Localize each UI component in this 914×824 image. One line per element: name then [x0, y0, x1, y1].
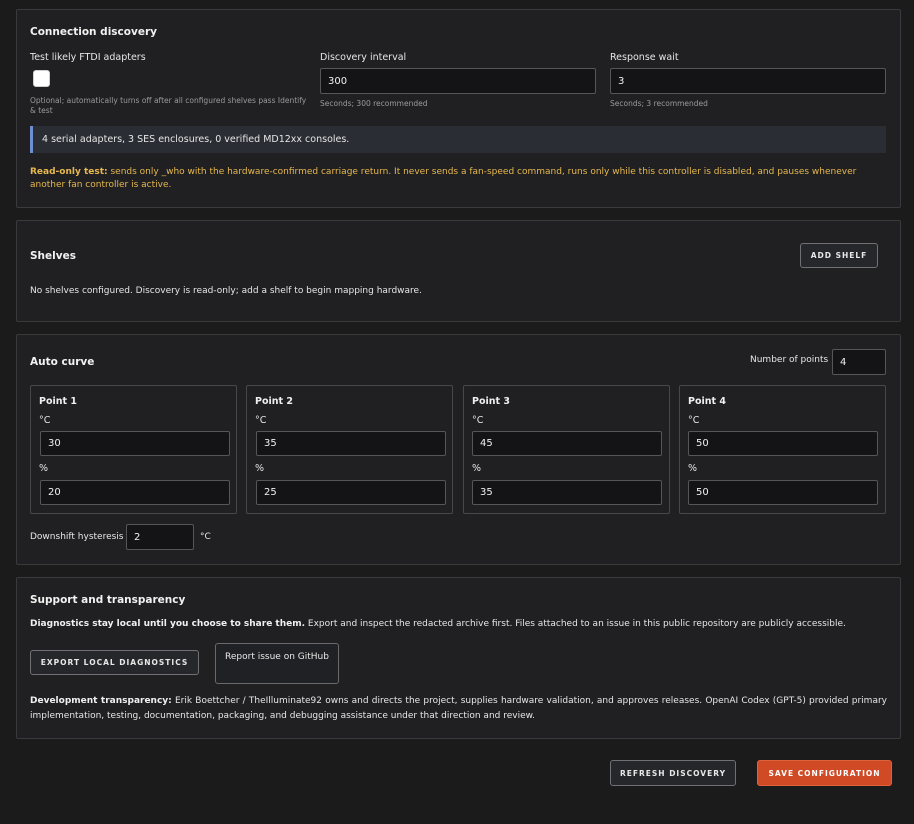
privacy-strong: Diagnostics stay local until you choose …	[30, 619, 306, 629]
connection-discovery-card: Connection discovery Test likely FTDI ad…	[16, 9, 901, 208]
percent-unit-label: %	[255, 463, 265, 474]
ftdi-hint: Optional; automatically turns off after …	[30, 96, 307, 115]
number-of-points-input[interactable]	[832, 349, 886, 375]
curve-point-3: Point 3 °C %	[463, 385, 670, 514]
privacy-rest: Export and inspect the redacted archive …	[305, 619, 846, 629]
percent-unit-label: %	[39, 463, 49, 474]
discovery-status-banner: 4 serial adapters, 3 SES enclosures, 0 v…	[30, 126, 886, 153]
ftdi-label: Test likely FTDI adapters	[30, 52, 146, 63]
temperature-unit-label: °C	[472, 415, 484, 426]
diagnostics-privacy-text: Diagnostics stay local until you choose …	[30, 617, 890, 632]
point-2-temperature-input[interactable]	[256, 431, 446, 456]
point-4-temperature-input[interactable]	[688, 431, 878, 456]
point-4-percent-input[interactable]	[688, 480, 878, 505]
auto-curve-card: Auto curve Number of points Point 1 °C %…	[16, 334, 901, 565]
point-title: Point 2	[255, 396, 293, 407]
number-of-points-label: Number of points	[750, 355, 829, 365]
hysteresis-unit-label: °C	[200, 532, 211, 542]
discovery-interval-input[interactable]	[320, 68, 596, 94]
response-wait-label: Response wait	[610, 52, 679, 63]
refresh-discovery-button[interactable]: REFRESH DISCOVERY	[610, 760, 736, 786]
auto-curve-title: Auto curve	[30, 356, 95, 368]
point-title: Point 3	[472, 396, 510, 407]
dev-strong: Development transparency:	[30, 696, 172, 706]
discovery-interval-label: Discovery interval	[320, 52, 407, 63]
point-1-temperature-input[interactable]	[40, 431, 230, 456]
readonly-test-notice: Read-only test: sends only _who with the…	[30, 166, 887, 192]
curve-point-4: Point 4 °C %	[679, 385, 886, 514]
point-3-percent-input[interactable]	[472, 480, 662, 505]
point-3-temperature-input[interactable]	[472, 431, 662, 456]
downshift-hysteresis-label: Downshift hysteresis	[30, 532, 124, 542]
readonly-test-text: sends only _who with the hardware-confir…	[30, 167, 857, 190]
ftdi-checkbox[interactable]	[33, 70, 50, 87]
connection-discovery-title: Connection discovery	[30, 26, 157, 38]
development-transparency-text: Development transparency: Erik Boettcher…	[30, 694, 887, 724]
shelves-empty-text: No shelves configured. Discovery is read…	[30, 286, 422, 296]
report-issue-button[interactable]: Report issue on GitHub	[215, 643, 339, 684]
temperature-unit-label: °C	[255, 415, 267, 426]
shelves-title: Shelves	[30, 250, 76, 262]
save-configuration-button[interactable]: SAVE CONFIGURATION	[757, 760, 892, 786]
readonly-test-label: Read-only test:	[30, 167, 108, 177]
downshift-hysteresis-input[interactable]	[126, 524, 194, 550]
add-shelf-button[interactable]: ADD SHELF	[800, 243, 878, 268]
point-1-percent-input[interactable]	[40, 480, 230, 505]
temperature-unit-label: °C	[688, 415, 700, 426]
discovery-interval-hint: Seconds; 300 recommended	[320, 99, 428, 108]
percent-unit-label: %	[688, 463, 698, 474]
temperature-unit-label: °C	[39, 415, 51, 426]
support-title: Support and transparency	[30, 594, 186, 606]
percent-unit-label: %	[472, 463, 482, 474]
export-diagnostics-button[interactable]: EXPORT LOCAL DIAGNOSTICS	[30, 650, 199, 675]
curve-point-1: Point 1 °C %	[30, 385, 237, 514]
point-2-percent-input[interactable]	[256, 480, 446, 505]
shelves-card: Shelves ADD SHELF No shelves configured.…	[16, 220, 901, 322]
curve-point-2: Point 2 °C %	[246, 385, 453, 514]
point-title: Point 4	[688, 396, 726, 407]
response-wait-hint: Seconds; 3 recommended	[610, 99, 708, 108]
response-wait-input[interactable]	[610, 68, 886, 94]
support-card: Support and transparency Diagnostics sta…	[16, 577, 901, 739]
point-title: Point 1	[39, 396, 77, 407]
